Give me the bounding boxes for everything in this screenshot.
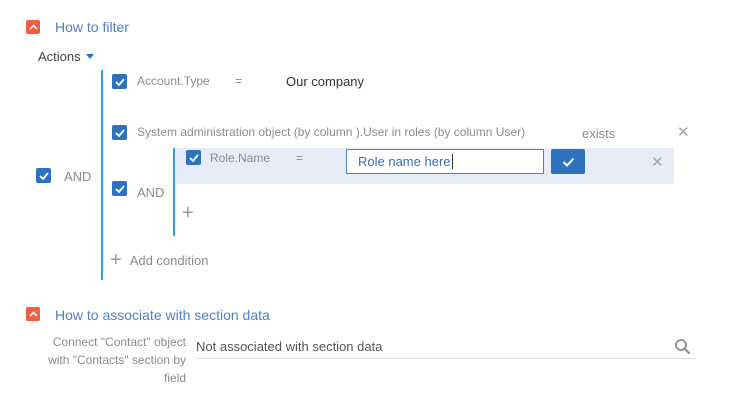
condition-2-remove-icon[interactable]: ✕ xyxy=(677,125,690,140)
nested-condition-remove-icon[interactable]: ✕ xyxy=(651,155,664,170)
association-field-value: Not associated with section data xyxy=(196,339,383,354)
text-cursor xyxy=(451,154,453,169)
check-icon xyxy=(114,184,125,193)
check-icon xyxy=(188,153,199,162)
root-group-operator[interactable]: AND xyxy=(64,169,91,184)
condition-2-column[interactable]: System administration object (by column … xyxy=(137,125,525,139)
condition-2-checkbox[interactable] xyxy=(112,125,127,140)
search-icon[interactable] xyxy=(674,338,691,360)
condition-2-comparison[interactable]: exists xyxy=(582,126,615,141)
nested-group-operator[interactable]: AND xyxy=(137,185,164,200)
association-field-label: Connect "Contact" object with "Contacts"… xyxy=(48,335,186,385)
filter-section-toggle[interactable] xyxy=(26,20,40,34)
actions-label: Actions xyxy=(38,49,81,64)
check-icon xyxy=(562,157,574,167)
plus-icon: + xyxy=(110,249,122,271)
nested-group-checkbox[interactable] xyxy=(112,181,127,196)
filter-section-title[interactable]: How to filter xyxy=(55,19,129,35)
role-name-input[interactable]: Role name here xyxy=(346,149,544,174)
association-section-toggle[interactable] xyxy=(26,307,40,321)
condition-1-comparison[interactable]: = xyxy=(235,74,242,88)
root-group-line xyxy=(101,70,103,280)
caret-down-icon xyxy=(85,54,94,59)
nested-condition-checkbox[interactable] xyxy=(186,150,201,165)
association-field-lookup[interactable]: Not associated with section data xyxy=(196,338,696,359)
add-condition-label: Add condition xyxy=(129,252,209,268)
apply-value-button[interactable] xyxy=(551,149,585,174)
condition-1-value[interactable]: Our company xyxy=(286,74,364,89)
collapse-icon xyxy=(28,311,38,317)
condition-1-checkbox[interactable] xyxy=(112,74,127,89)
role-name-input-value: Role name here xyxy=(358,154,451,169)
nested-group-line xyxy=(173,148,175,236)
nested-condition-comparison[interactable]: = xyxy=(296,151,303,165)
nested-condition-column[interactable]: Role.Name xyxy=(210,151,270,165)
nested-group-add-icon[interactable]: + xyxy=(182,203,194,223)
association-section-title[interactable]: How to associate with section data xyxy=(55,307,270,323)
condition-1-column[interactable]: Account.Type xyxy=(137,74,210,88)
check-icon xyxy=(114,77,125,86)
check-icon xyxy=(38,171,49,180)
actions-menu-button[interactable]: Actions xyxy=(38,49,94,64)
add-condition-button[interactable]: + Add condition xyxy=(110,250,208,270)
collapse-icon xyxy=(28,24,38,30)
check-icon xyxy=(114,128,125,137)
root-group-checkbox[interactable] xyxy=(36,168,51,183)
